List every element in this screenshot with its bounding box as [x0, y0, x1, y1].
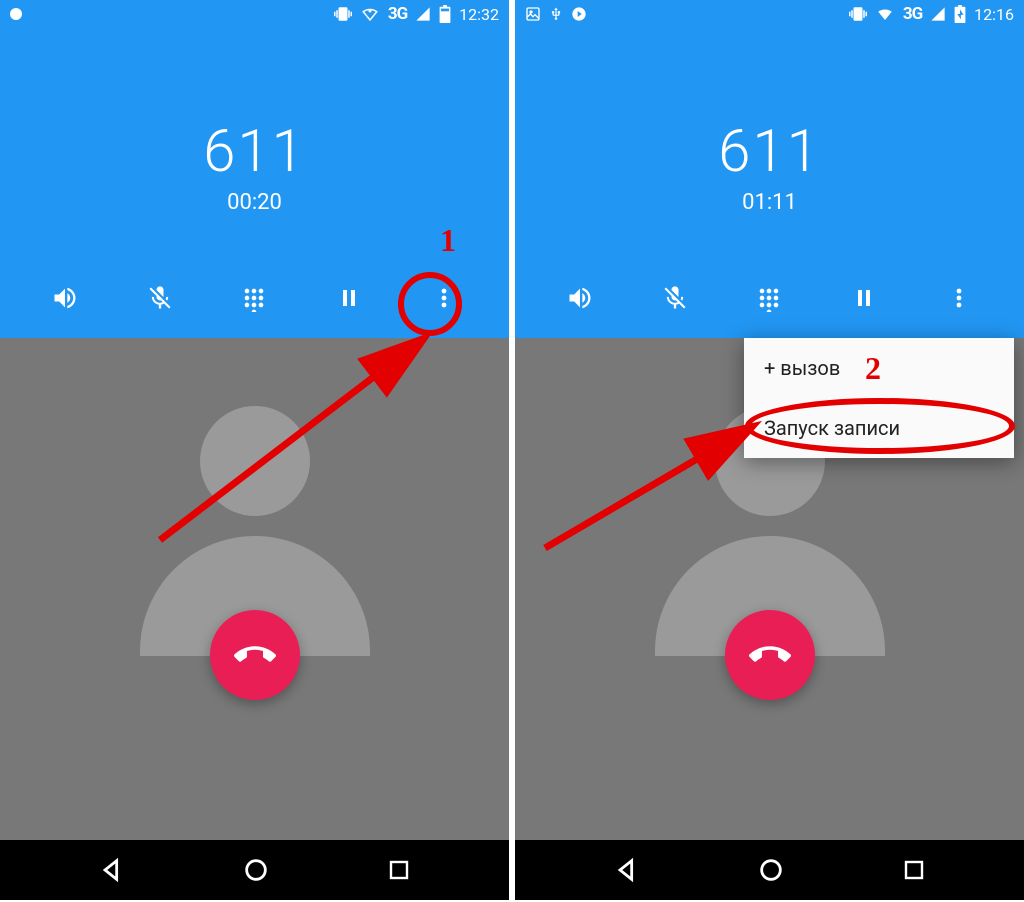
clock-label: 12:32: [459, 5, 499, 24]
start-recording-menu-item[interactable]: Запуск записи: [744, 398, 1014, 458]
end-call-button[interactable]: [725, 610, 815, 700]
call-header: 611 00:20: [0, 28, 509, 338]
phone-screen-right: 3G 12:16 611 01:11: [515, 0, 1024, 900]
more-options-button[interactable]: [931, 270, 987, 326]
pause-button[interactable]: [836, 270, 892, 326]
clock-label: 12:16: [974, 5, 1014, 24]
end-call-button[interactable]: [210, 610, 300, 700]
call-controls-row: [515, 270, 1024, 326]
nav-bar: [515, 840, 1024, 900]
mute-button[interactable]: [647, 270, 703, 326]
home-button[interactable]: [242, 856, 270, 884]
add-call-menu-item[interactable]: + вызов: [744, 338, 1014, 398]
wifi-icon: [360, 5, 380, 23]
call-duration: 01:11: [515, 190, 1024, 215]
mute-button[interactable]: [132, 270, 188, 326]
speaker-button[interactable]: [37, 270, 93, 326]
battery-charging-icon: [954, 5, 966, 23]
overflow-menu: + вызов Запуск записи: [744, 338, 1014, 458]
phone-number: 611: [0, 28, 509, 186]
network-type-label: 3G: [903, 4, 922, 24]
phone-number: 611: [515, 28, 1024, 186]
debug-icon: [571, 6, 587, 22]
call-duration: 00:20: [0, 190, 509, 215]
dialpad-button[interactable]: [226, 270, 282, 326]
phone-screen-left: 3G 12:32 611 00:20: [0, 0, 509, 900]
call-controls-row: [0, 270, 509, 326]
call-header: 611 01:11: [515, 28, 1024, 338]
status-bar: 3G 12:32: [0, 0, 509, 28]
image-notification-icon: [525, 6, 541, 22]
signal-icon: [930, 6, 946, 22]
vibrate-icon: [334, 5, 352, 23]
home-button[interactable]: [757, 856, 785, 884]
recent-apps-button[interactable]: [387, 858, 411, 882]
battery-icon: [439, 5, 451, 23]
call-body: [0, 338, 509, 840]
back-button[interactable]: [98, 856, 126, 884]
vibrate-icon: [849, 5, 867, 23]
recent-apps-button[interactable]: [902, 858, 926, 882]
signal-icon: [415, 6, 431, 22]
wifi-icon: [875, 5, 895, 23]
pause-button[interactable]: [321, 270, 377, 326]
status-bar: 3G 12:16: [515, 0, 1024, 28]
usb-icon: [549, 5, 563, 23]
more-options-button[interactable]: [416, 270, 472, 326]
back-button[interactable]: [613, 856, 641, 884]
nav-bar: [0, 840, 509, 900]
dialpad-button[interactable]: [741, 270, 797, 326]
speaker-button[interactable]: [552, 270, 608, 326]
notification-dot-icon: [10, 8, 22, 20]
network-type-label: 3G: [388, 4, 407, 24]
